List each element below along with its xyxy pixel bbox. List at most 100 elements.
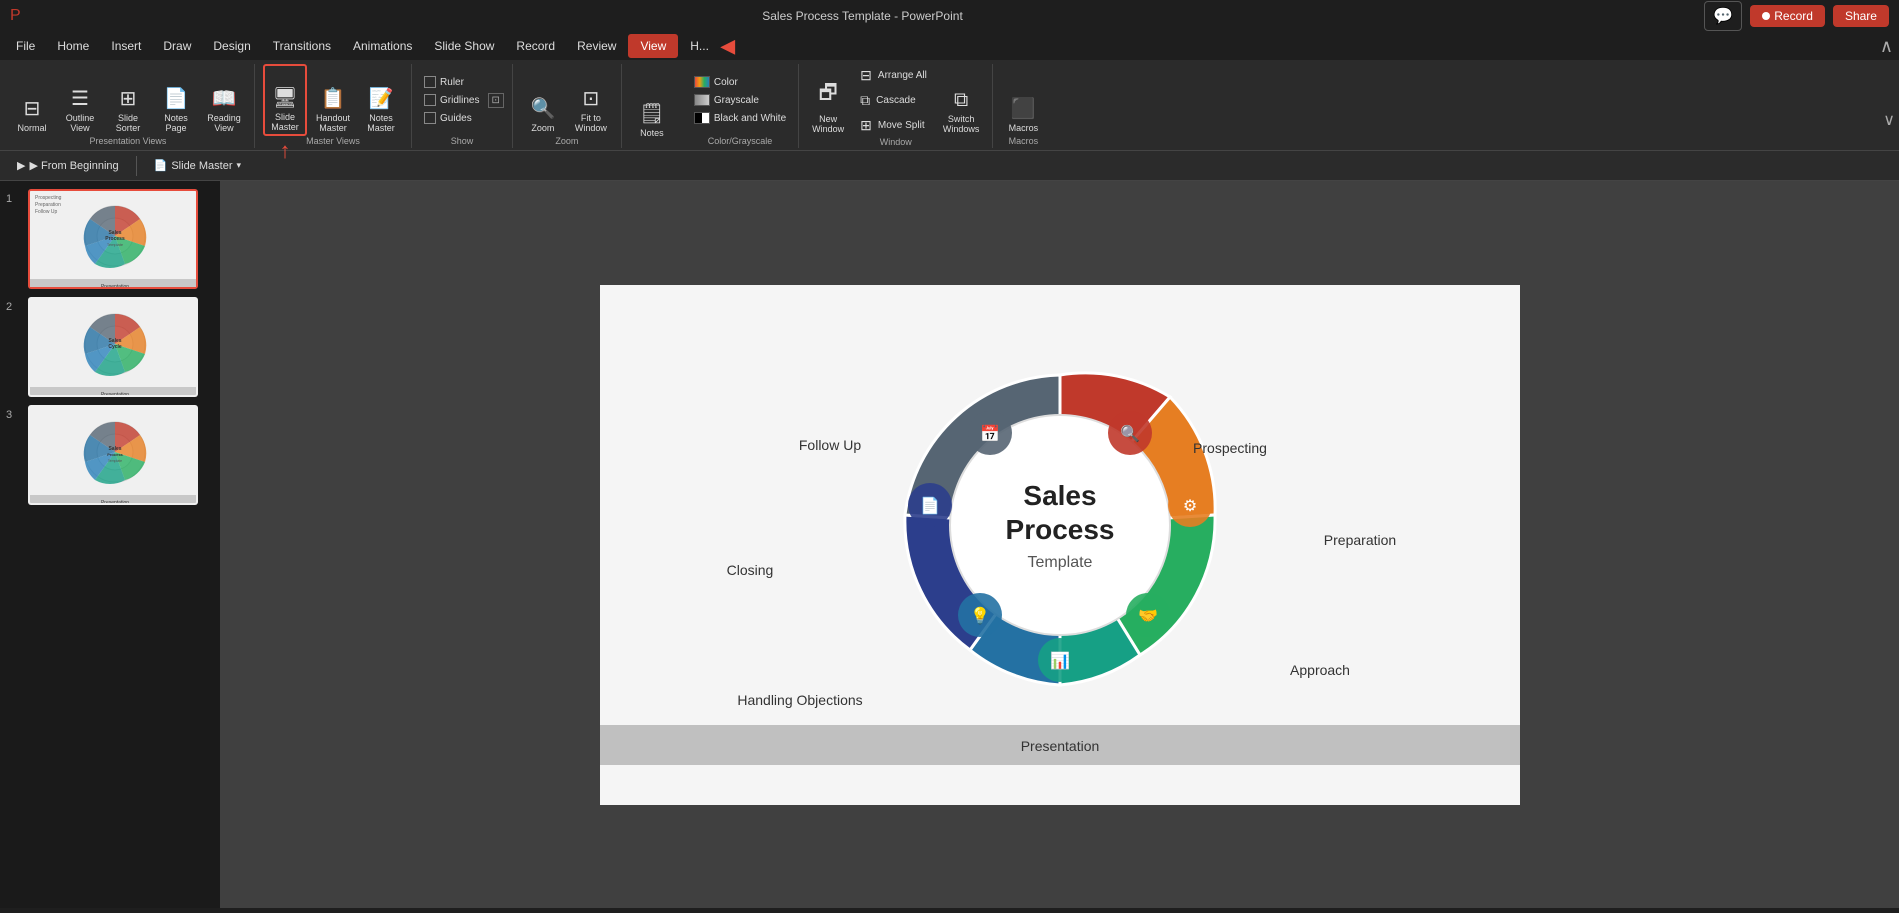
notes-master-label: NotesMaster xyxy=(367,113,395,133)
color-option[interactable]: Color xyxy=(690,74,742,90)
guides-checkbox[interactable]: Guides xyxy=(420,110,483,126)
arrange-all-btn[interactable]: ⊟ Arrange All xyxy=(853,64,934,87)
menu-draw[interactable]: Draw xyxy=(153,36,201,56)
reading-view-btn[interactable]: 📖 ReadingView xyxy=(202,64,246,136)
notes-page-btn[interactable]: 📄 NotesPage xyxy=(154,64,198,136)
black-white-swatch xyxy=(694,112,710,124)
svg-text:Preparation: Preparation xyxy=(35,202,61,208)
notes-master-btn[interactable]: 📝 NotesMaster xyxy=(359,64,403,136)
record-button[interactable]: Record xyxy=(1750,5,1825,27)
comments-button[interactable]: 💬 xyxy=(1704,1,1742,31)
svg-text:Template: Template xyxy=(108,459,122,463)
menu-view[interactable]: View xyxy=(628,34,678,58)
menu-transitions[interactable]: Transitions xyxy=(263,36,341,56)
menu-slideshow[interactable]: Slide Show xyxy=(424,36,504,56)
gridlines-checkbox[interactable]: Gridlines xyxy=(420,92,483,108)
show-dialog-icon: ⊡ xyxy=(488,93,504,108)
ribbon-collapse-icon[interactable]: ∧ xyxy=(1880,36,1893,57)
slide-item-1[interactable]: 1 Sales Process Template xyxy=(6,189,214,289)
arrange-all-icon: ⊟ xyxy=(860,67,872,84)
ribbon-expand-btn[interactable]: ∨ xyxy=(1883,110,1895,130)
menu-bar: File Home Insert Draw Design Transitions… xyxy=(0,32,1899,60)
zoom-group: 🔍 Zoom ⊡ Fit toWindow Zoom xyxy=(517,64,622,148)
slide-master-btn[interactable]: 🖥 SlideMaster xyxy=(263,64,307,136)
svg-text:🔍: 🔍 xyxy=(1120,423,1140,443)
new-window-btn[interactable]: 🗗 NewWindow xyxy=(807,65,849,137)
menu-help[interactable]: H... xyxy=(680,36,719,56)
slide-master-icon: 🖥 xyxy=(272,85,297,110)
record-label: Record xyxy=(1774,9,1813,23)
new-window-label: NewWindow xyxy=(812,114,844,134)
outline-label: OutlineView xyxy=(66,113,95,133)
macros-label: Macros xyxy=(1009,123,1039,133)
macros-footer-label: Macros xyxy=(1001,136,1045,148)
outline-view-btn[interactable]: ☰ OutlineView xyxy=(58,64,102,136)
notes-group: 🗒 Notes xyxy=(626,64,682,148)
record-dot xyxy=(1762,12,1770,20)
slide-thumb-3[interactable]: Sales Process Template Presentation xyxy=(28,405,198,505)
menu-file[interactable]: File xyxy=(6,36,45,56)
move-split-btn[interactable]: ⊞ Move Split xyxy=(853,114,934,137)
switch-windows-btn[interactable]: ⧉ SwitchWindows xyxy=(938,65,985,137)
handout-master-icon: 📋 xyxy=(321,86,346,111)
cascade-btn[interactable]: ⧉ Cascade xyxy=(853,89,934,112)
notes-btn[interactable]: 🗒 Notes xyxy=(630,69,674,141)
zoom-label: Zoom xyxy=(521,136,613,148)
fit-to-window-icon: ⊡ xyxy=(583,86,600,111)
slide-master-dropdown-icon: ▾ xyxy=(236,160,241,171)
svg-text:Presentation: Presentation xyxy=(1020,738,1099,754)
menu-review[interactable]: Review xyxy=(567,36,626,56)
menu-design[interactable]: Design xyxy=(203,36,260,56)
play-icon: ▶ xyxy=(17,159,25,172)
svg-text:Process: Process xyxy=(1005,514,1114,545)
show-dialog-btn[interactable]: ⊡ xyxy=(488,93,504,108)
presentation-views-label: Presentation Views xyxy=(10,136,246,148)
color-grayscale-content: Color Grayscale Black and White xyxy=(690,64,790,136)
color-label: Color xyxy=(714,77,738,88)
guides-label: Guides xyxy=(440,113,472,124)
arrange-all-label: Arrange All xyxy=(878,70,927,81)
menu-home[interactable]: Home xyxy=(47,36,99,56)
svg-text:Process: Process xyxy=(107,452,123,457)
switch-windows-icon: ⧉ xyxy=(954,89,968,112)
zoom-btn[interactable]: 🔍 Zoom xyxy=(521,64,565,136)
slide-item-3[interactable]: 3 Sales Process Template xyxy=(6,405,214,505)
from-beginning-label: ▶ From Beginning xyxy=(29,159,118,172)
slide-item-2[interactable]: 2 Sales Cycle Presentation xyxy=(6,297,214,397)
ruler-checkbox[interactable]: Ruler xyxy=(420,74,483,90)
svg-text:Handling Objections: Handling Objections xyxy=(737,692,862,708)
black-white-option[interactable]: Black and White xyxy=(690,110,790,126)
slide-canvas: Sales Process Template 🔍 ⚙ 🤝 📊 💡 xyxy=(600,285,1520,805)
svg-text:Template: Template xyxy=(107,242,124,247)
normal-btn[interactable]: ⊟ Normal xyxy=(10,64,54,136)
show-content: Ruler Gridlines Guides ⊡ xyxy=(420,64,504,136)
move-split-icon: ⊞ xyxy=(860,117,872,134)
slide-thumb-2[interactable]: Sales Cycle Presentation xyxy=(28,297,198,397)
svg-text:Approach: Approach xyxy=(1290,662,1350,678)
share-button[interactable]: Share xyxy=(1833,5,1889,27)
window-small-btns: ⊟ Arrange All ⧉ Cascade ⊞ Move Split xyxy=(853,64,934,137)
macros-icon: ⬛ xyxy=(1011,96,1036,121)
slide-sorter-btn[interactable]: ⊞ SlideSorter xyxy=(106,64,150,136)
slide-thumb-1[interactable]: Sales Process Template Presentation Pros… xyxy=(28,189,198,289)
slide-master-toolbar-btn[interactable]: 📄 Slide Master ▾ xyxy=(145,155,250,176)
macros-content: ⬛ Macros xyxy=(1001,64,1045,136)
color-swatch xyxy=(694,76,710,88)
grayscale-option[interactable]: Grayscale xyxy=(690,92,763,108)
menu-insert[interactable]: Insert xyxy=(101,36,151,56)
handout-master-label: HandoutMaster xyxy=(316,113,350,133)
macros-btn[interactable]: ⬛ Macros xyxy=(1001,64,1045,136)
svg-text:Prospecting: Prospecting xyxy=(35,195,62,201)
menu-animations[interactable]: Animations xyxy=(343,36,422,56)
main-content: 1 Sales Process Template xyxy=(0,181,1899,908)
svg-text:🤝: 🤝 xyxy=(1138,608,1158,625)
handout-master-btn[interactable]: 📋 HandoutMaster xyxy=(311,64,355,136)
slide-number-3: 3 xyxy=(6,405,22,421)
svg-text:Follow Up: Follow Up xyxy=(35,209,57,215)
from-beginning-btn[interactable]: ▶ ▶ From Beginning xyxy=(8,155,128,176)
fit-to-window-btn[interactable]: ⊡ Fit toWindow xyxy=(569,64,613,136)
zoom-icon: 🔍 xyxy=(530,96,555,121)
svg-text:Cycle: Cycle xyxy=(108,344,122,350)
title-bar-center: Sales Process Template - PowerPoint xyxy=(762,9,963,23)
menu-record[interactable]: Record xyxy=(506,36,565,56)
